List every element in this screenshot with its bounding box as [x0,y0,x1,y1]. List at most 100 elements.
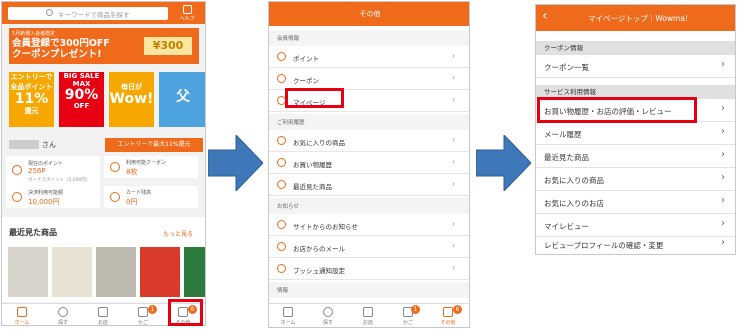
promo-big: 父 [176,89,190,105]
search-input[interactable]: キーワードで商品を探す [8,7,168,20]
chevron-right-icon: › [721,149,725,160]
signup-banner[interactable]: 5月新規入会者限定 会員登録で300円OFF クーポンプレゼント! ¥300 [9,28,199,64]
home-icon [283,307,293,317]
cart-badge: 1 [411,305,420,314]
tab-label: ホーム [14,320,30,326]
more-link[interactable]: もっと見る [163,229,193,238]
tab-shop[interactable]: お店 [353,307,383,326]
promo-carousel: エントリーで 全品ポイント 11% 還元 BIG SALE MAX 90% OF… [9,72,205,127]
chevron-right-icon: › [452,95,456,104]
back-icon[interactable]: ‹ [542,8,548,24]
menu-item-label: お買い物履歴 [293,161,332,169]
banner-small-text: 5月新規入会者限定 [12,31,56,37]
tab-label: ホーム [280,320,296,326]
menu-item-label: マイレビュー [544,222,589,231]
menu-item-review-profile[interactable]: レビュープロフィールの確認・変更 › [536,233,735,254]
menu-item-shop-mail[interactable]: お店からのメール › [269,236,469,258]
promo-bot: OFF [73,102,90,110]
tab-shop[interactable]: お店 [88,307,118,325]
menu-item-label: お店からのメール [293,245,345,253]
menu-item-coupon-list[interactable]: クーポン一覧 › [536,55,735,78]
chevron-right-icon: › [721,237,725,248]
point-icon [277,52,286,61]
card-value: 0円 [126,198,138,206]
banner-main-text: 会員登録で300円OFF クーポンプレゼント! [12,38,110,60]
menu-item-push-settings[interactable]: プッシュ通知設定 › [269,258,469,280]
other-badge: 6 [453,305,462,314]
menu-item-favorite-items[interactable]: お気に入りの商品 › [536,168,735,191]
tab-search[interactable]: 探す [48,307,78,326]
promo-top: エントリーで [10,73,53,81]
chevron-right-icon: › [721,195,725,206]
menu-item-label: お気に入りの商品 [544,176,604,185]
product-thumb[interactable] [140,247,180,297]
menu-item-recent-items[interactable]: 最近見た商品 › [269,174,469,196]
entry-button[interactable]: エントリーで最大11%還元 [105,138,203,152]
arrow-right-icon [208,135,263,191]
other-header: その他 [269,2,469,26]
promo-big: 90% [64,87,99,103]
tab-search[interactable]: 探す [313,307,343,326]
menu-item-label: メール履歴 [544,130,582,139]
promo-father[interactable]: 父 [159,72,205,127]
home-screen: キーワードで商品を探す ヘルプ 5月新規入会者限定 会員登録で300円OFF ク… [1,1,206,326]
coupon-box[interactable]: 利用可能クーポン 8枚 [104,156,198,178]
menu-item-favorite-items[interactable]: お気に入りの商品 › [269,130,469,152]
help-label: ヘルプ [179,16,195,22]
user-name-masked [9,140,39,149]
menu-icon [443,307,453,317]
menu-item-label: 最近見た商品 [544,153,589,162]
promo-points[interactable]: エントリーで 全品ポイント 11% 還元 [9,72,54,127]
promo-sale[interactable]: BIG SALE MAX 90% OFF [59,72,104,127]
menu-item-mail-history[interactable]: メール履歴 › [536,122,735,145]
help-button[interactable]: ヘルプ [176,5,198,22]
tab-label: 探す [57,320,68,326]
product-thumb[interactable] [96,247,136,297]
menu-item-purchase-history[interactable]: お買い物履歴 › [269,152,469,174]
points-icon [12,165,22,175]
mail-icon [277,242,286,251]
home-header: キーワードで商品を探す ヘルプ [2,2,205,24]
menu-item-point[interactable]: ポイント › [269,46,469,68]
points-label: 現在のポイント [28,161,64,167]
tab-home[interactable]: ホーム [7,307,37,326]
menu-item-site-notice[interactable]: サイトからのお知らせ › [269,214,469,236]
chevron-right-icon: › [452,157,456,166]
card-box[interactable]: カード残高 0円 [104,186,198,208]
menu-item-favorite-shops[interactable]: お気に入りのお店 › [536,191,735,214]
chevron-right-icon: › [452,73,456,82]
tab-home[interactable]: ホーム [273,307,303,326]
cart-icon [277,158,286,167]
tab-label: お店 [362,320,373,326]
shop-icon [98,307,108,317]
tab-label: 探す [322,320,333,326]
coupon-value: 8枚 [126,168,138,176]
menu-item-coupon[interactable]: クーポン › [269,68,469,90]
clock-icon [277,180,286,189]
coupon-icon [277,74,286,83]
chevron-right-icon: › [721,126,725,137]
promo-wow[interactable]: 毎日が Wow! [109,72,154,127]
menu-item-label: お気に入りの商品 [293,139,345,147]
highlight-other-tab [168,299,203,326]
product-thumb[interactable] [8,247,48,297]
heart-icon [277,136,286,145]
search-placeholder: キーワードで商品を探す [58,11,130,19]
user-suffix: さん [42,141,56,149]
menu-item-recent-items[interactable]: 最近見た商品 › [536,145,735,168]
menu-item-label: お気に入りのお店 [544,199,604,208]
points-sub: ボーナスポイント（2,000円） [28,178,91,183]
menu-item-label: クーポン一覧 [544,63,589,72]
mypage-title: マイページトップ｜Wowma! [588,14,688,23]
mypage-screen: ‹ マイページトップ｜Wowma! クーポン情報 クーポン一覧 › サービス利用情… [535,4,736,255]
menu-item-label: プッシュ通知設定 [293,267,345,275]
arrow-right-icon [476,135,531,191]
tab-bar: ホーム 探す お店 かご その他 1 6 [269,303,469,327]
mypage-header: ‹ マイページトップ｜Wowma! [536,5,735,31]
menu-item-label: レビュープロフィールの確認・変更 [544,241,664,250]
product-thumb[interactable] [52,247,92,297]
product-thumb[interactable] [184,247,205,297]
promo-big: 11% [14,91,49,107]
payment-box[interactable]: 決済利用可能額 10,000円 [6,186,100,208]
payment-value: 10,000円 [28,198,60,206]
